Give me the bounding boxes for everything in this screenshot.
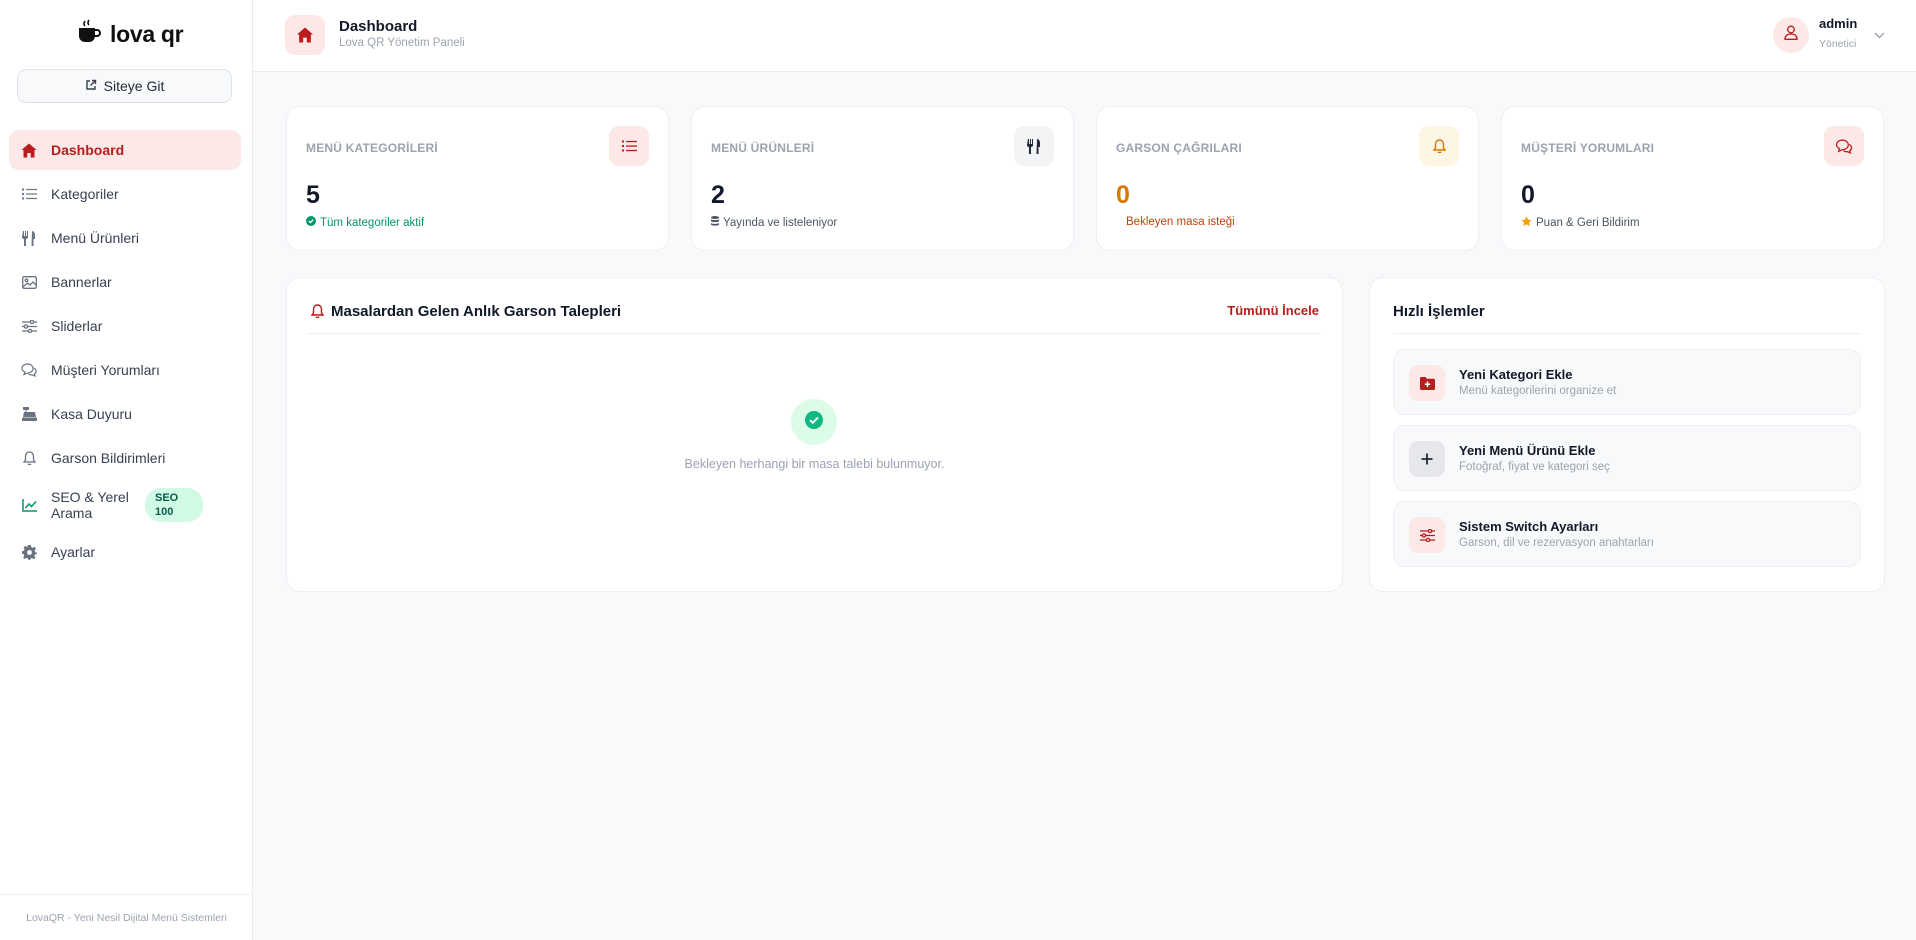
check-circle-icon (306, 216, 316, 229)
quick-actions-panel: Hızlı İşlemler Yeni Kategori Ekle Menü k… (1369, 277, 1885, 592)
logo[interactable]: lova qr (76, 19, 184, 50)
sidebar-item-label: Menü Ürünleri (51, 230, 139, 246)
list-icon (21, 186, 37, 202)
sidebar-item-garson-bildirimleri[interactable]: Garson Bildirimleri (9, 438, 241, 478)
star-icon (1521, 216, 1532, 230)
page-subtitle: Lova QR Yönetim Paneli (339, 37, 465, 49)
visit-site-label: Siteye Git (103, 78, 165, 94)
sidebar-item-kasa-duyuru[interactable]: Kasa Duyuru (9, 394, 241, 434)
stat-card-products[interactable]: MENÜ ÜRÜNLERİ 2 Yayında ve listeleniyor (691, 106, 1074, 251)
action-title: Yeni Kategori Ekle (1459, 367, 1573, 382)
quick-actions-title: Hızlı İşlemler (1393, 303, 1485, 320)
panel-divider (1393, 333, 1861, 334)
coffee-cup-icon (76, 19, 102, 50)
sidebar: lova qr Siteye Git Dashboard Kategoriler (0, 0, 253, 940)
sidebar-item-label: Müşteri Yorumları (51, 362, 160, 378)
seo-score-badge: SEO 100 (145, 488, 203, 522)
check-circle-icon (805, 410, 823, 434)
bell-icon (1419, 126, 1459, 166)
add-product-action[interactable]: Yeni Menü Ürünü Ekle Fotoğraf, fiyat ve … (1393, 425, 1861, 491)
database-icon (711, 216, 719, 229)
stat-subtext: Puan & Geri Bildirim (1521, 216, 1640, 230)
visit-site-button[interactable]: Siteye Git (17, 69, 232, 103)
utensils-icon (21, 230, 37, 246)
stat-value: 0 (1116, 181, 1130, 209)
action-title: Sistem Switch Ayarları (1459, 519, 1599, 534)
sidebar-item-label: Sliderlar (51, 318, 103, 334)
chevron-down-icon[interactable] (1874, 26, 1885, 44)
utensils-icon (1014, 126, 1054, 166)
action-subtitle: Fotoğraf, fiyat ve kategori seç (1459, 461, 1610, 473)
add-category-action[interactable]: Yeni Kategori Ekle Menü kategorilerini o… (1393, 349, 1861, 415)
gear-icon (21, 544, 37, 560)
image-icon (21, 274, 37, 290)
stat-value: 2 (711, 181, 725, 209)
stat-subtext: Bekleyen masa isteği (1126, 216, 1235, 228)
action-subtitle: Menü kategorilerini organize et (1459, 385, 1617, 397)
sidebar-item-label: Kasa Duyuru (51, 406, 132, 422)
sidebar-item-label: Kategoriler (51, 186, 119, 202)
external-link-icon (85, 78, 97, 94)
action-subtitle: Garson, dil ve rezervasyon anahtarları (1459, 537, 1654, 549)
waiter-requests-panel: Masalardan Gelen Anlık Garson Talepleri … (286, 277, 1343, 592)
stat-subtext-label: Puan & Geri Bildirim (1536, 217, 1640, 229)
sidebar-nav: Dashboard Kategoriler Menü Ürünleri Bann… (9, 130, 241, 576)
comments-icon (1824, 126, 1864, 166)
top-header: Dashboard Lova QR Yönetim Paneli admin Y… (253, 0, 1916, 72)
stat-value: 0 (1521, 181, 1535, 209)
view-all-link[interactable]: Tümünü İncele (1227, 303, 1319, 318)
system-switch-action[interactable]: Sistem Switch Ayarları Garson, dil ve re… (1393, 501, 1861, 567)
sidebar-item-dashboard[interactable]: Dashboard (9, 130, 241, 170)
sidebar-item-label: Bannerlar (51, 274, 112, 290)
user-avatar[interactable] (1773, 17, 1809, 53)
sidebar-item-label: Dashboard (51, 142, 125, 158)
comments-icon (21, 362, 37, 378)
sidebar-item-bannerlar[interactable]: Bannerlar (9, 262, 241, 302)
chart-line-icon (21, 497, 37, 513)
list-icon (609, 126, 649, 166)
stat-subtext-label: Yayında ve listeleniyor (723, 216, 838, 229)
sidebar-item-kategoriler[interactable]: Kategoriler (9, 174, 241, 214)
sidebar-footer: LovaQR - Yeni Nesil Dijital Menü Sisteml… (0, 894, 253, 940)
plus-icon (1409, 441, 1445, 477)
logo-text: lova qr (110, 20, 184, 47)
home-icon (285, 15, 325, 55)
sidebar-item-seo[interactable]: SEO & Yerel Arama SEO 100 (9, 482, 241, 528)
sidebar-item-menu-urunleri[interactable]: Menü Ürünleri (9, 218, 241, 258)
home-icon (21, 142, 37, 158)
folder-plus-icon (1409, 365, 1445, 401)
sliders-icon (1409, 517, 1445, 553)
sidebar-item-ayarlar[interactable]: Ayarlar (9, 532, 241, 572)
stat-subtext: Yayında ve listeleniyor (711, 216, 837, 229)
bell-icon (21, 450, 37, 466)
page-title: Dashboard (339, 18, 418, 35)
requests-panel-title: Masalardan Gelen Anlık Garson Talepleri (331, 303, 622, 320)
stat-subtext-label: Tüm kategoriler aktif (320, 216, 425, 229)
stat-card-categories[interactable]: MENÜ KATEGORİLERİ 5 Tüm kategoriler akti… (286, 106, 669, 251)
stat-title: MÜŞTERİ YORUMLARI (1521, 141, 1655, 155)
sidebar-item-label: Ayarlar (51, 544, 96, 560)
stat-card-reviews[interactable]: MÜŞTERİ YORUMLARI 0 Puan & Geri Bildirim (1501, 106, 1884, 251)
empty-state-text: Bekleyen herhangi bir masa talebi bulunm… (684, 457, 945, 471)
sidebar-item-musteri-yorumlari[interactable]: Müşteri Yorumları (9, 350, 241, 390)
sliders-icon (21, 318, 37, 334)
sidebar-item-sliderlar[interactable]: Sliderlar (9, 306, 241, 346)
sidebar-item-label: SEO & Yerel Arama (51, 489, 129, 521)
stat-title: MENÜ KATEGORİLERİ (306, 141, 438, 155)
stat-title: GARSON ÇAĞRILARI (1116, 141, 1242, 155)
empty-state-check (791, 399, 837, 445)
stat-title: MENÜ ÜRÜNLERİ (711, 141, 815, 155)
sidebar-item-label: Garson Bildirimleri (51, 450, 166, 466)
user-name[interactable]: admin (1819, 16, 1857, 31)
stat-subtext: Tüm kategoriler aktif (306, 216, 424, 229)
stat-value: 5 (306, 181, 320, 209)
panel-divider (307, 333, 1322, 334)
user-icon (1784, 25, 1798, 45)
action-title: Yeni Menü Ürünü Ekle (1459, 443, 1596, 458)
cash-register-icon (21, 406, 37, 422)
bell-icon (310, 304, 325, 324)
user-role: Yönetici (1819, 38, 1857, 50)
stat-card-waiter-calls[interactable]: GARSON ÇAĞRILARI 0 Bekleyen masa isteği (1096, 106, 1479, 251)
